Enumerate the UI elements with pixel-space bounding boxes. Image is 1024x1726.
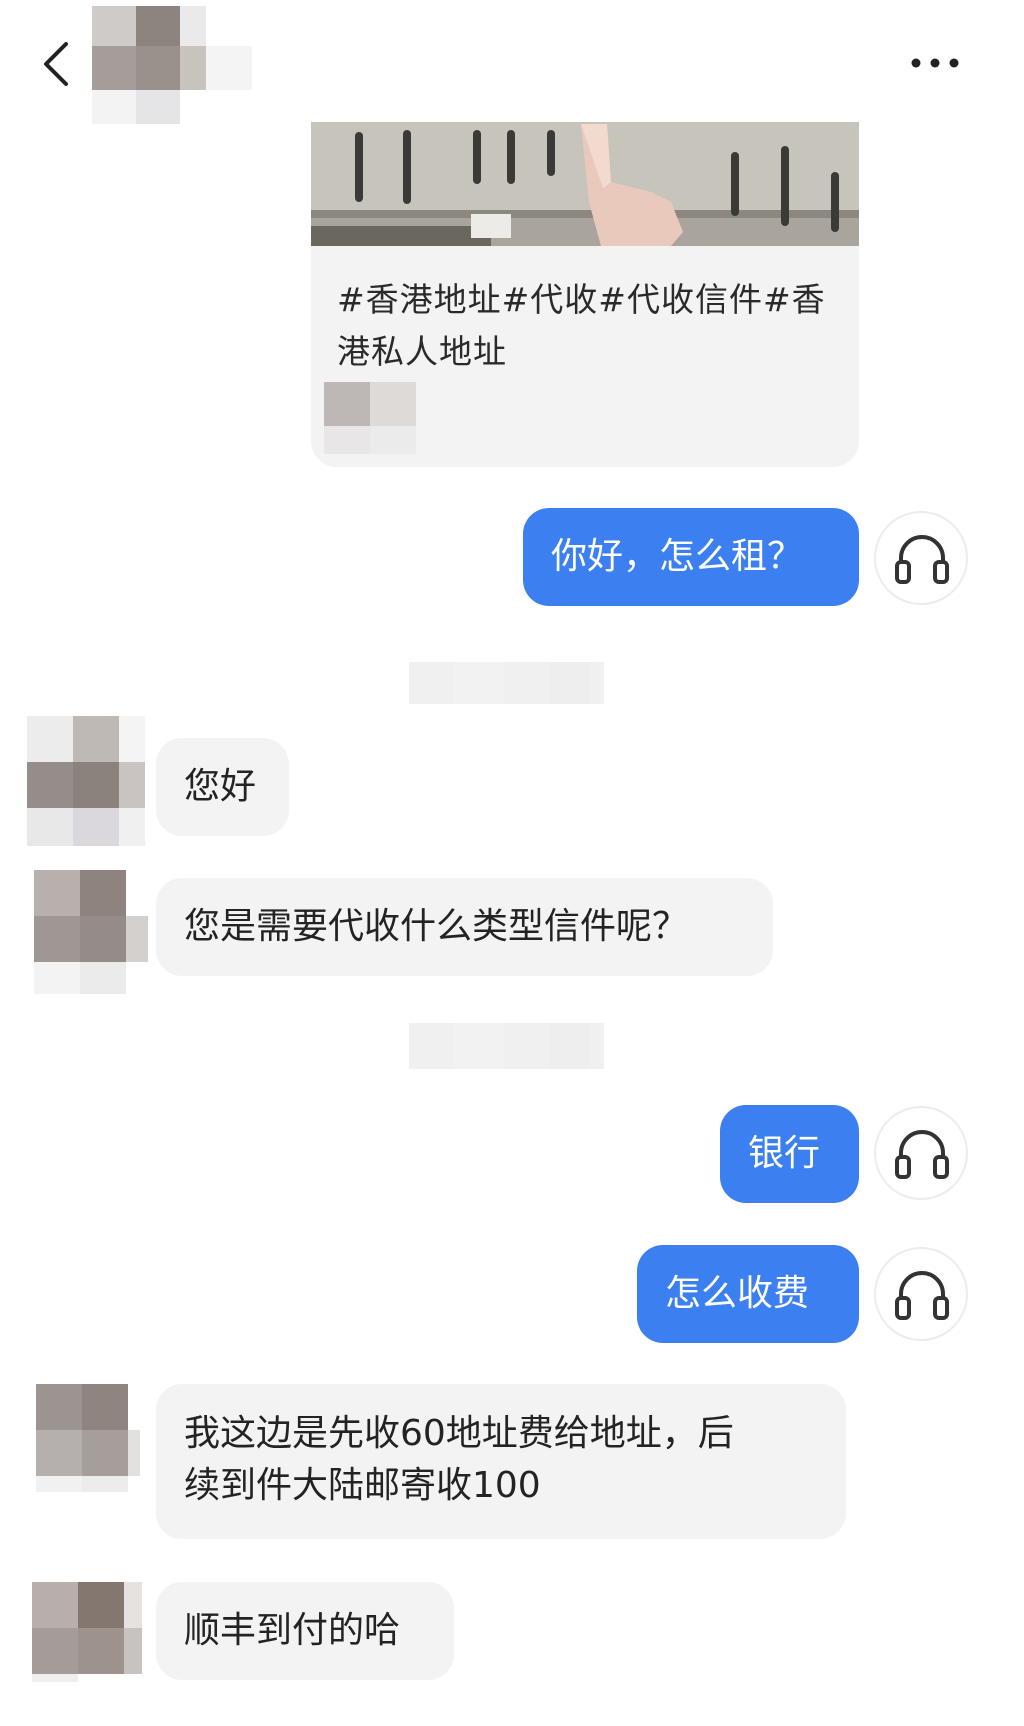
message-text-line: 我这边是先收60地址费给地址，后 [184,1413,734,1454]
sender-avatar[interactable] [27,716,145,846]
message-text: 顺丰到付的哈 [184,1610,401,1651]
message-text-line: 续到件大陆邮寄收100 [184,1465,541,1506]
outgoing-message-bubble[interactable]: 银行 [720,1105,859,1203]
incoming-message-bubble[interactable]: 您是需要代收什么类型信件呢？ [156,878,773,976]
message-text: 怎么收费 [665,1273,810,1314]
incoming-message-bubble[interactable]: 我这边是先收60地址费给地址，后 续到件大陆邮寄收100 [156,1384,846,1539]
message-text: 银行 [748,1133,821,1174]
back-chevron-icon[interactable] [38,40,78,88]
headset-icon[interactable] [874,1106,968,1200]
post-author-avatar [324,382,416,454]
headset-icon[interactable] [874,511,968,605]
sender-avatar[interactable] [34,870,148,994]
message-text: 你好，怎么租？ [551,536,804,577]
timestamp-blurred [409,662,604,704]
headset-icon[interactable] [874,1247,968,1341]
incoming-message-bubble[interactable]: 您好 [156,738,289,836]
sender-avatar[interactable] [36,1384,140,1492]
post-title: #香港地址#代收#代收信件#香港私人地址 [337,280,826,371]
message-text: 您好 [184,766,257,807]
more-options-icon[interactable] [908,55,962,71]
outgoing-message-bubble[interactable]: 怎么收费 [637,1245,859,1343]
incoming-message-bubble[interactable]: 顺丰到付的哈 [156,1582,454,1680]
sender-avatar[interactable] [32,1582,142,1682]
contact-avatar[interactable] [92,6,252,124]
shared-post-card[interactable]: #香港地址#代收#代收信件#香港私人地址 [311,122,859,467]
timestamp-blurred [409,1023,604,1069]
message-text: 您是需要代收什么类型信件呢？ [184,906,689,947]
outgoing-message-bubble[interactable]: 你好，怎么租？ [523,508,859,606]
post-image [311,122,859,246]
